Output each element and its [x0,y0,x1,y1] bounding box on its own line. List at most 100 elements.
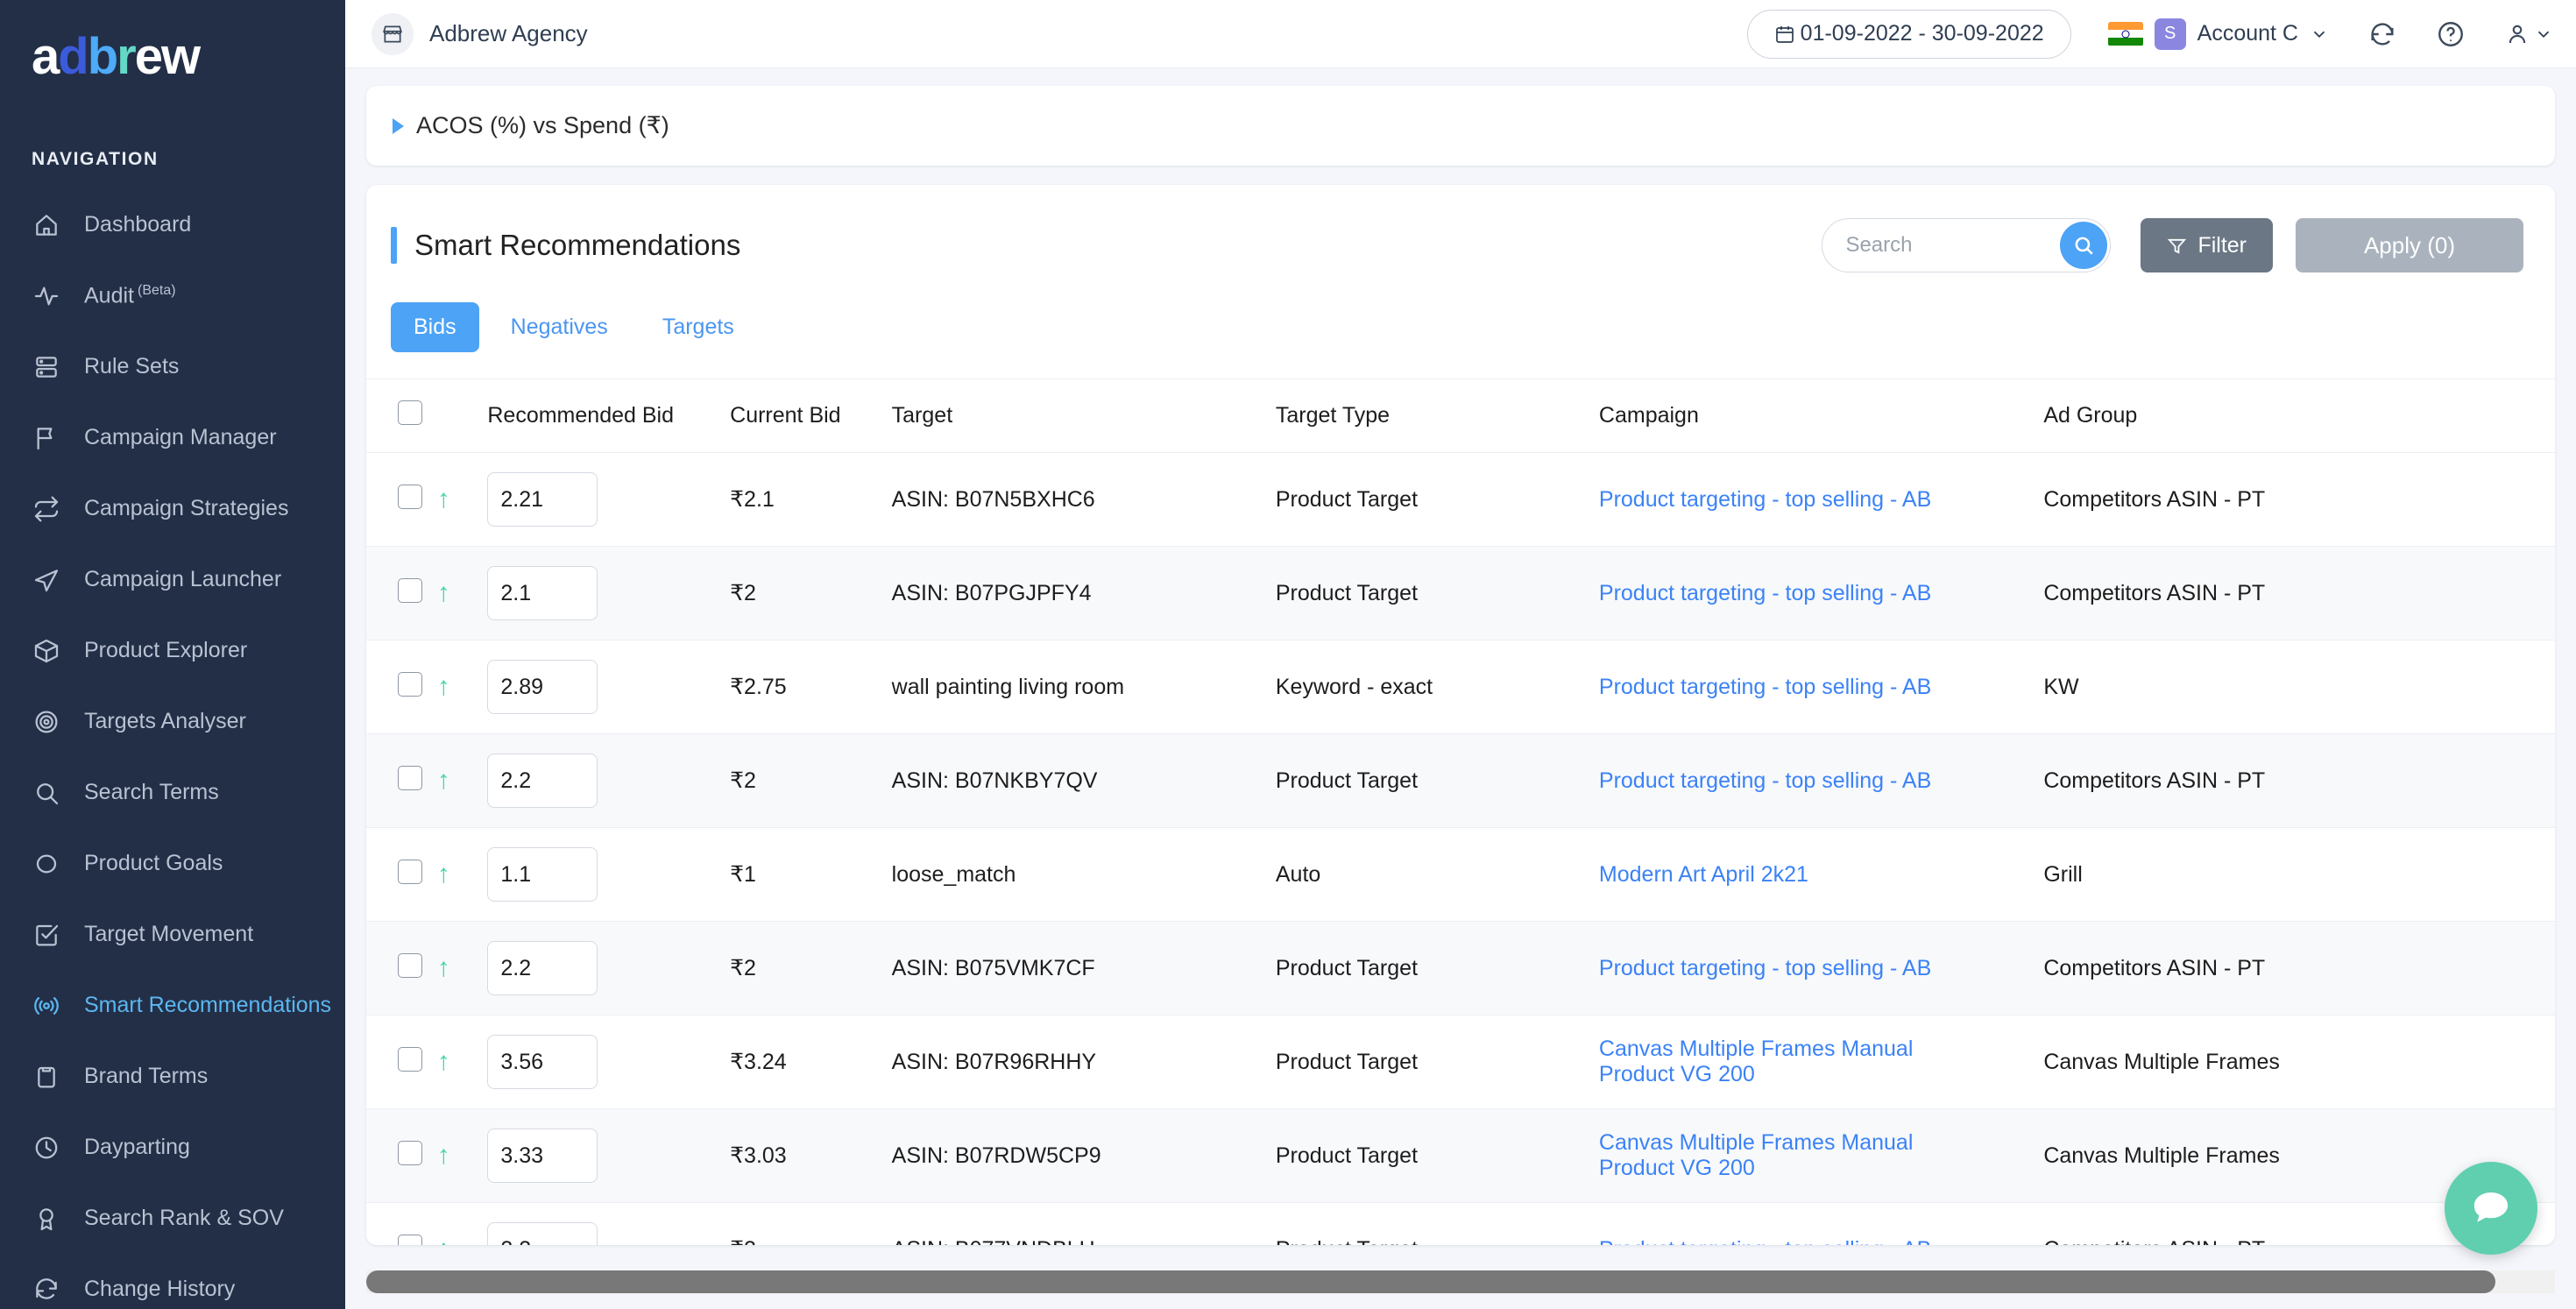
tab-bids[interactable]: Bids [391,302,479,352]
target-cell: ASIN: B075VMK7CF [892,922,1276,1015]
select-all-checkbox[interactable] [398,400,422,425]
recommendations-table: Recommended Bid Current Bid Target Targe… [366,379,2555,1245]
refresh-button[interactable] [2367,19,2397,49]
tab-targets[interactable]: Targets [640,302,757,352]
sidebar-item-dashboard[interactable]: Dashboard [0,189,345,260]
target-cell: ASIN: B07N5BXHC6 [892,453,1276,547]
row-checkbox[interactable] [398,1047,422,1072]
sidebar-item-campaign-manager[interactable]: Campaign Manager [0,402,345,473]
acos-panel-title: ACOS (%) vs Spend (₹) [416,112,669,139]
user-menu-button[interactable] [2504,21,2553,47]
chevron-down-icon [2310,25,2329,44]
recommended-bid-input[interactable] [487,566,598,620]
target-cell: ASIN: B07PGJPFY4 [892,547,1276,640]
current-bid-cell: ₹3.24 [730,1015,892,1109]
target-type-cell: Product Target [1276,922,1599,1015]
row-checkbox[interactable] [398,953,422,978]
content-area: ACOS (%) vs Spend (₹) Smart Recommendati… [345,68,2576,1309]
recommended-bid-input[interactable] [487,941,598,995]
current-bid-cell: ₹3.03 [730,1109,892,1203]
sidebar-item-campaign-strategies[interactable]: Campaign Strategies [0,473,345,544]
campaign-cell: Product targeting - top selling - AB [1599,547,2043,640]
row-checkbox[interactable] [398,766,422,790]
row-checkbox[interactable] [398,485,422,509]
recommended-bid-input[interactable] [487,847,598,902]
horizontal-scrollbar[interactable] [366,1270,2555,1293]
server-icon [32,352,61,382]
sidebar-item-rule-sets[interactable]: Rule Sets [0,331,345,402]
campaign-cell: Product targeting - top selling - AB [1599,922,2043,1015]
repeat-icon [32,494,61,524]
campaign-link[interactable]: Product targeting - top selling - AB [1599,1237,1931,1246]
campaign-link[interactable]: Product targeting - top selling - AB [1599,487,1931,512]
ad-group-cell: Grill [2043,828,2555,922]
sidebar-item-label: Campaign Manager [84,425,277,450]
recommended-bid-cell [487,1203,730,1246]
sidebar-item-campaign-launcher[interactable]: Campaign Launcher [0,544,345,615]
campaign-link[interactable]: Product targeting - top selling - AB [1599,675,1931,699]
sidebar-item-label: Target Movement [84,922,253,947]
target-cell: ASIN: B07R96RHHY [892,1015,1276,1109]
campaign-link[interactable]: Canvas Multiple Frames ManualProduct VG … [1599,1037,1913,1086]
agency-selector[interactable]: Adbrew Agency [372,13,588,55]
chat-widget-button[interactable] [2445,1162,2537,1255]
panel-header: Smart Recommendations Filter Apply (0) [366,185,2555,299]
row-checkbox[interactable] [398,578,422,603]
sidebar-item-dayparting[interactable]: Dayparting [0,1112,345,1183]
recommended-bid-input[interactable] [487,472,598,527]
trend-cell: ↑ [437,547,488,640]
sidebar-item-target-movement[interactable]: Target Movement [0,899,345,970]
table-scroll-container[interactable]: Recommended Bid Current Bid Target Targe… [366,379,2555,1245]
table-row: ↑₹2.1ASIN: B07N5BXHC6Product TargetProdu… [366,453,2555,547]
campaign-link[interactable]: Product targeting - top selling - AB [1599,956,1931,980]
recommended-bid-input[interactable] [487,660,598,714]
sidebar-item-change-history[interactable]: Change History [0,1254,345,1309]
target-type-cell: Product Target [1276,1015,1599,1109]
row-checkbox[interactable] [398,1235,422,1246]
broadcast-icon [32,991,61,1021]
filter-button[interactable]: Filter [2141,218,2273,272]
recommended-bid-input[interactable] [487,1035,598,1089]
sidebar-item-search-rank-sov[interactable]: Search Rank & SOV [0,1183,345,1254]
recommended-bid-cell [487,453,730,547]
row-checkbox[interactable] [398,672,422,697]
row-checkbox[interactable] [398,1141,422,1165]
sidebar-item-smart-recommendations[interactable]: Smart Recommendations [0,970,345,1041]
row-checkbox[interactable] [398,860,422,884]
recommended-bid-input[interactable] [487,754,598,808]
target-type-cell: Keyword - exact [1276,640,1599,734]
sidebar-item-search-terms[interactable]: Search Terms [0,757,345,828]
trend-up-icon: ↑ [437,672,450,701]
title-accent-bar [391,227,397,264]
main-area: Adbrew Agency 01-09-2022 - 30-09-2022 S … [345,0,2576,1309]
account-selector[interactable]: S Account C [2108,18,2329,50]
help-button[interactable] [2436,19,2466,49]
campaign-link[interactable]: Product targeting - top selling - AB [1599,768,1931,793]
filter-label: Filter [2197,233,2247,258]
campaign-link[interactable]: Modern Art April 2k21 [1599,862,1808,887]
sidebar: adbrew NAVIGATION DashboardAudit(Beta)Ru… [0,0,345,1309]
recommended-bid-cell [487,640,730,734]
recommended-bid-input[interactable] [487,1129,598,1183]
recommended-bid-cell [487,1109,730,1203]
sidebar-item-audit[interactable]: Audit(Beta) [0,260,345,331]
row-select-cell [366,1015,437,1109]
scrollbar-thumb[interactable] [366,1270,2495,1293]
target-cell: ASIN: B07RDW5CP9 [892,1109,1276,1203]
campaign-link[interactable]: Canvas Multiple Frames ManualProduct VG … [1599,1130,1913,1180]
sidebar-item-label: Audit(Beta) [84,283,176,308]
sidebar-item-brand-terms[interactable]: Brand Terms [0,1041,345,1112]
award-icon [32,1204,61,1234]
chevron-down-icon [2534,25,2553,44]
recommended-bid-input[interactable] [487,1222,598,1245]
acos-chart-panel[interactable]: ACOS (%) vs Spend (₹) [366,86,2555,166]
sidebar-item-product-explorer[interactable]: Product Explorer [0,615,345,686]
logo[interactable]: adbrew [0,0,345,107]
sidebar-item-product-goals[interactable]: Product Goals [0,828,345,899]
campaign-link[interactable]: Product targeting - top selling - AB [1599,581,1931,605]
tab-negatives[interactable]: Negatives [488,302,631,352]
date-range-picker[interactable]: 01-09-2022 - 30-09-2022 [1747,10,2071,59]
apply-button[interactable]: Apply (0) [2296,218,2523,272]
current-bid-cell: ₹2.75 [730,640,892,734]
sidebar-item-targets-analyser[interactable]: Targets Analyser [0,686,345,757]
